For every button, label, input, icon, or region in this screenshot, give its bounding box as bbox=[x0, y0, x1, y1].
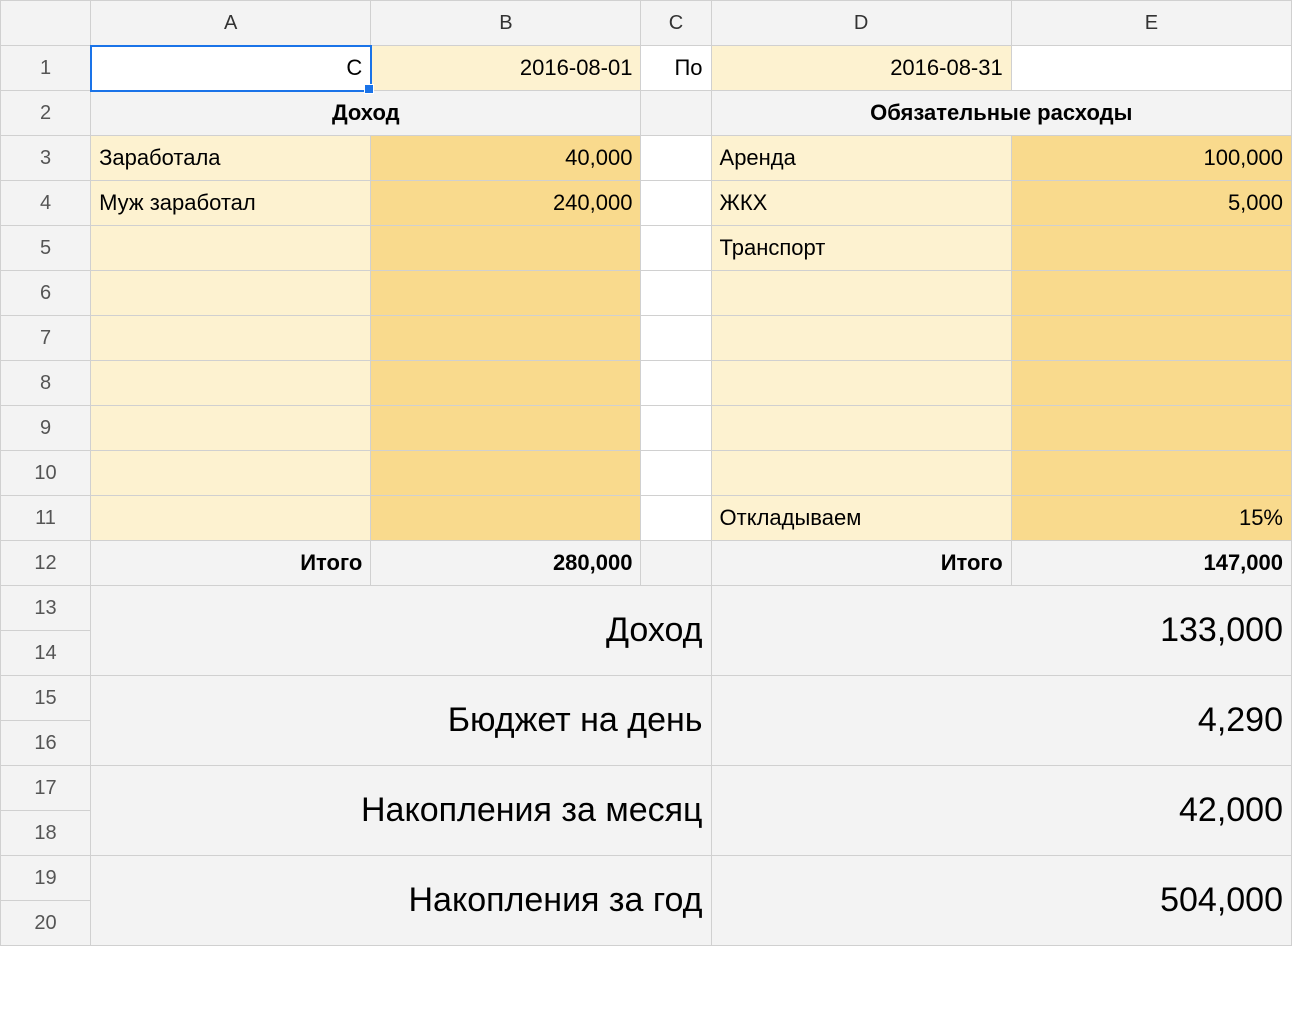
summary-label-daily[interactable]: Бюджет на день bbox=[91, 676, 711, 766]
cell-E9[interactable] bbox=[1011, 406, 1291, 451]
row-header-20[interactable]: 20 bbox=[1, 901, 91, 946]
row-header-8[interactable]: 8 bbox=[1, 361, 91, 406]
cell-E5[interactable] bbox=[1011, 226, 1291, 271]
cell-B4[interactable]: 240,000 bbox=[371, 181, 641, 226]
col-header-A[interactable]: A bbox=[91, 1, 371, 46]
cell-B10[interactable] bbox=[371, 451, 641, 496]
row-header-4[interactable]: 4 bbox=[1, 181, 91, 226]
cell-E3[interactable]: 100,000 bbox=[1011, 136, 1291, 181]
cell-B1[interactable]: 2016-08-01 bbox=[371, 46, 641, 91]
cell-B7[interactable] bbox=[371, 316, 641, 361]
row-header-7[interactable]: 7 bbox=[1, 316, 91, 361]
summary-value-year[interactable]: 504,000 bbox=[711, 856, 1291, 946]
cell-E7[interactable] bbox=[1011, 316, 1291, 361]
cell-D1[interactable]: 2016-08-31 bbox=[711, 46, 1011, 91]
cell-D11[interactable]: Откладываем bbox=[711, 496, 1011, 541]
summary-label-month[interactable]: Накопления за месяц bbox=[91, 766, 711, 856]
cell-A3[interactable]: Заработала bbox=[91, 136, 371, 181]
spreadsheet-grid[interactable]: A B C D E 1 С 2016-08-01 По 2016-08-31 2… bbox=[0, 0, 1292, 946]
cell-C9[interactable] bbox=[641, 406, 711, 451]
row-header-15[interactable]: 15 bbox=[1, 676, 91, 721]
cell-C3[interactable] bbox=[641, 136, 711, 181]
col-header-D[interactable]: D bbox=[711, 1, 1011, 46]
cell-A2[interactable]: Доход bbox=[91, 91, 641, 136]
row-header-10[interactable]: 10 bbox=[1, 451, 91, 496]
row-header-18[interactable]: 18 bbox=[1, 811, 91, 856]
cell-D7[interactable] bbox=[711, 316, 1011, 361]
col-header-B[interactable]: B bbox=[371, 1, 641, 46]
cell-C12[interactable] bbox=[641, 541, 711, 586]
row-header-5[interactable]: 5 bbox=[1, 226, 91, 271]
cell-C5[interactable] bbox=[641, 226, 711, 271]
cell-C10[interactable] bbox=[641, 451, 711, 496]
row-header-6[interactable]: 6 bbox=[1, 271, 91, 316]
col-header-C[interactable]: C bbox=[641, 1, 711, 46]
cell-A9[interactable] bbox=[91, 406, 371, 451]
cell-B3[interactable]: 40,000 bbox=[371, 136, 641, 181]
cell-D3[interactable]: Аренда bbox=[711, 136, 1011, 181]
summary-label-income[interactable]: Доход bbox=[91, 586, 711, 676]
summary-value-daily[interactable]: 4,290 bbox=[711, 676, 1291, 766]
row-header-3[interactable]: 3 bbox=[1, 136, 91, 181]
row-header-12[interactable]: 12 bbox=[1, 541, 91, 586]
cell-D9[interactable] bbox=[711, 406, 1011, 451]
row-header-14[interactable]: 14 bbox=[1, 631, 91, 676]
cell-A12[interactable]: Итого bbox=[91, 541, 371, 586]
cell-B9[interactable] bbox=[371, 406, 641, 451]
row-header-2[interactable]: 2 bbox=[1, 91, 91, 136]
row-header-17[interactable]: 17 bbox=[1, 766, 91, 811]
cell-D10[interactable] bbox=[711, 451, 1011, 496]
cell-B12[interactable]: 280,000 bbox=[371, 541, 641, 586]
cell-D4[interactable]: ЖКХ bbox=[711, 181, 1011, 226]
row-header-13[interactable]: 13 bbox=[1, 586, 91, 631]
cell-C2[interactable] bbox=[641, 91, 711, 136]
cell-E6[interactable] bbox=[1011, 271, 1291, 316]
cell-A11[interactable] bbox=[91, 496, 371, 541]
summary-value-income[interactable]: 133,000 bbox=[711, 586, 1291, 676]
row-header-1[interactable]: 1 bbox=[1, 46, 91, 91]
cell-C1[interactable]: По bbox=[641, 46, 711, 91]
cell-C7[interactable] bbox=[641, 316, 711, 361]
row-header-16[interactable]: 16 bbox=[1, 721, 91, 766]
cell-A4[interactable]: Муж заработал bbox=[91, 181, 371, 226]
summary-value-month[interactable]: 42,000 bbox=[711, 766, 1291, 856]
cell-D8[interactable] bbox=[711, 361, 1011, 406]
cell-E4[interactable]: 5,000 bbox=[1011, 181, 1291, 226]
cell-B6[interactable] bbox=[371, 271, 641, 316]
cell-B11[interactable] bbox=[371, 496, 641, 541]
cell-D6[interactable] bbox=[711, 271, 1011, 316]
cell-B5[interactable] bbox=[371, 226, 641, 271]
row-header-19[interactable]: 19 bbox=[1, 856, 91, 901]
cell-D12[interactable]: Итого bbox=[711, 541, 1011, 586]
cell-E1[interactable] bbox=[1011, 46, 1291, 91]
row-header-9[interactable]: 9 bbox=[1, 406, 91, 451]
cell-E12[interactable]: 147,000 bbox=[1011, 541, 1291, 586]
cell-C11[interactable] bbox=[641, 496, 711, 541]
cell-C8[interactable] bbox=[641, 361, 711, 406]
cell-A10[interactable] bbox=[91, 451, 371, 496]
cell-D5[interactable]: Транспорт bbox=[711, 226, 1011, 271]
cell-C6[interactable] bbox=[641, 271, 711, 316]
cell-A5[interactable] bbox=[91, 226, 371, 271]
cell-E10[interactable] bbox=[1011, 451, 1291, 496]
select-all-corner[interactable] bbox=[1, 1, 91, 46]
row-header-11[interactable]: 11 bbox=[1, 496, 91, 541]
cell-A6[interactable] bbox=[91, 271, 371, 316]
cell-E8[interactable] bbox=[1011, 361, 1291, 406]
summary-label-year[interactable]: Накопления за год bbox=[91, 856, 711, 946]
cell-A7[interactable] bbox=[91, 316, 371, 361]
cell-C4[interactable] bbox=[641, 181, 711, 226]
cell-B8[interactable] bbox=[371, 361, 641, 406]
col-header-E[interactable]: E bbox=[1011, 1, 1291, 46]
cell-E11[interactable]: 15% bbox=[1011, 496, 1291, 541]
cell-D2[interactable]: Обязательные расходы bbox=[711, 91, 1291, 136]
cell-A1[interactable]: С bbox=[91, 46, 371, 91]
cell-A8[interactable] bbox=[91, 361, 371, 406]
